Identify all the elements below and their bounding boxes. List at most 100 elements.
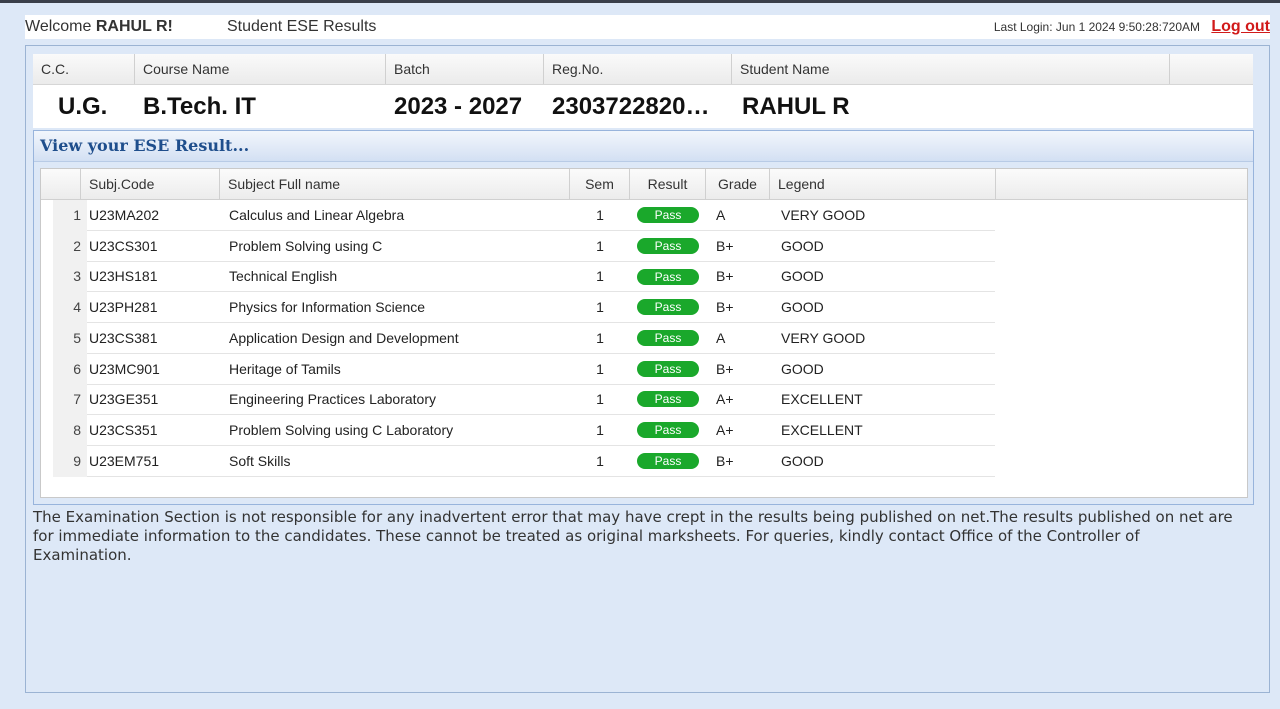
col-cc: C.C.: [33, 54, 135, 84]
row-number: 7: [53, 384, 87, 416]
grade: A+: [716, 421, 734, 438]
welcome-prefix: Welcome: [25, 18, 96, 35]
subject-code: U23CS301: [89, 237, 158, 254]
value-student-name: RAHUL R: [742, 93, 850, 120]
grade: B+: [716, 268, 734, 285]
semester: 1: [596, 421, 604, 438]
legend: GOOD: [781, 237, 824, 254]
semester: 1: [596, 391, 604, 408]
legend: EXCELLENT: [781, 421, 863, 438]
table-row: 6 U23MC901 Heritage of Tamils 1 Pass B+ GOOD: [53, 353, 995, 385]
pass-badge: Pass: [637, 268, 699, 285]
legend: GOOD: [781, 268, 824, 285]
window-top-border: [0, 0, 1280, 3]
grade: A: [716, 329, 726, 346]
table-row: 4 U23PH281 Physics for Information Science…: [53, 292, 995, 324]
table-row: 9 U23EM751 Soft Skills 1 Pass B+ GOOD: [53, 445, 995, 477]
row-number: 9: [53, 445, 87, 477]
subject-name: Problem Solving using C Laboratory: [229, 421, 454, 438]
value-batch: 2023 - 2027: [394, 93, 523, 120]
ese-result-header: View your ESE Result...: [34, 131, 1253, 162]
subject-code: U23HS181: [89, 268, 158, 285]
value-reg-no: 2303722820…: [552, 93, 710, 120]
result: Pass: [630, 292, 706, 322]
student-info-values: U.G. B.Tech. IT 2023 - 2027 2303722820… …: [33, 85, 1253, 128]
grade: B+: [716, 237, 734, 254]
row-number: 4: [53, 292, 87, 324]
ese-result-title: View your ESE Result...: [40, 136, 250, 155]
col-reg-no: Reg.No.: [544, 54, 732, 84]
col-subject-code: Subj.Code: [81, 169, 220, 199]
top-bar: Welcome RAHUL R! Student ESE Results Las…: [25, 15, 1270, 39]
legend: VERY GOOD: [781, 329, 866, 346]
result: Pass: [630, 261, 706, 291]
table-row: 1 U23MA202 Calculus and Linear Algebra 1 Pas…: [53, 200, 995, 231]
subject-code: U23EM751: [89, 452, 160, 469]
results-grid-header: Subj.Code Subject Full name Sem Result G…: [41, 169, 1247, 200]
subject-code: U23CS351: [89, 421, 158, 438]
col-subject-name: Subject Full name: [220, 169, 570, 199]
semester: 1: [596, 268, 604, 285]
pass-badge: Pass: [637, 299, 699, 316]
col-result: Result: [630, 169, 706, 199]
logout-link[interactable]: Log out: [1211, 18, 1270, 36]
subject-name: Engineering Practices Laboratory: [229, 391, 437, 408]
semester: 1: [596, 452, 604, 469]
subject-code: U23PH281: [89, 299, 158, 316]
result: Pass: [630, 323, 706, 353]
semester: 1: [596, 329, 604, 346]
subject-name: Problem Solving using C: [229, 237, 383, 254]
subject-name: Application Design and Development: [229, 329, 459, 346]
result: Pass: [630, 384, 706, 414]
col-sem: Sem: [570, 169, 630, 199]
subject-code: U23MC901: [89, 360, 160, 377]
row-number: 2: [53, 230, 87, 262]
pass-badge: Pass: [637, 237, 699, 254]
pass-badge: Pass: [637, 360, 699, 377]
semester: 1: [596, 299, 604, 316]
subject-name: Heritage of Tamils: [229, 360, 341, 377]
subject-code: U23MA202: [89, 207, 160, 223]
col-course-name: Course Name: [135, 54, 386, 84]
result: Pass: [630, 446, 706, 476]
result: Pass: [630, 354, 706, 384]
table-row: 2 U23CS301 Problem Solving using C 1 Pass B+ G…: [53, 230, 995, 262]
subject-code: U23CS381: [89, 329, 158, 346]
table-row: 7 U23GE351 Engineering Practices Laborator…: [53, 384, 995, 416]
legend: GOOD: [781, 452, 824, 469]
pass-badge: Pass: [637, 391, 699, 408]
grade: A+: [716, 391, 734, 408]
row-number: 6: [53, 353, 87, 385]
pass-badge: Pass: [637, 452, 699, 469]
row-number: 1: [53, 200, 87, 231]
subject-code: U23GE351: [89, 391, 159, 408]
semester: 1: [596, 207, 604, 223]
result: Pass: [630, 231, 706, 261]
semester: 1: [596, 237, 604, 254]
legend: EXCELLENT: [781, 391, 863, 408]
table-row: 3 U23HS181 Technical English 1 Pass B+ GOOD: [53, 261, 995, 293]
subject-name: Soft Skills: [229, 452, 291, 469]
result: Pass: [630, 200, 706, 230]
value-course-name: B.Tech. IT: [143, 93, 256, 120]
last-login: Last Login: Jun 1 2024 9:50:28:720AM: [993, 20, 1200, 34]
value-cc: U.G.: [58, 93, 108, 120]
results-grid: Subj.Code Subject Full name Sem Result G…: [40, 168, 1248, 498]
table-row: 8 U23CS351 Problem Solving using C Laborat…: [53, 414, 995, 446]
legend: GOOD: [781, 360, 824, 377]
col-grade: Grade: [706, 169, 770, 199]
subject-name: Physics for Information Science: [229, 299, 426, 316]
subject-name: Technical English: [229, 268, 338, 285]
table-row: 5 U23CS381 Application Design and Developm…: [53, 322, 995, 354]
pass-badge: Pass: [637, 422, 699, 439]
row-number: 3: [53, 261, 87, 293]
student-info-table: C.C. Course Name Batch Reg.No. Student N…: [33, 54, 1253, 128]
grade: B+: [716, 360, 734, 377]
legend: VERY GOOD: [781, 207, 866, 223]
grade: B+: [716, 299, 734, 316]
row-number: 8: [53, 414, 87, 446]
pass-badge: Pass: [637, 330, 699, 347]
col-empty: [1170, 54, 1253, 84]
col-student-name: Student Name: [732, 54, 1170, 84]
legend: GOOD: [781, 299, 824, 316]
